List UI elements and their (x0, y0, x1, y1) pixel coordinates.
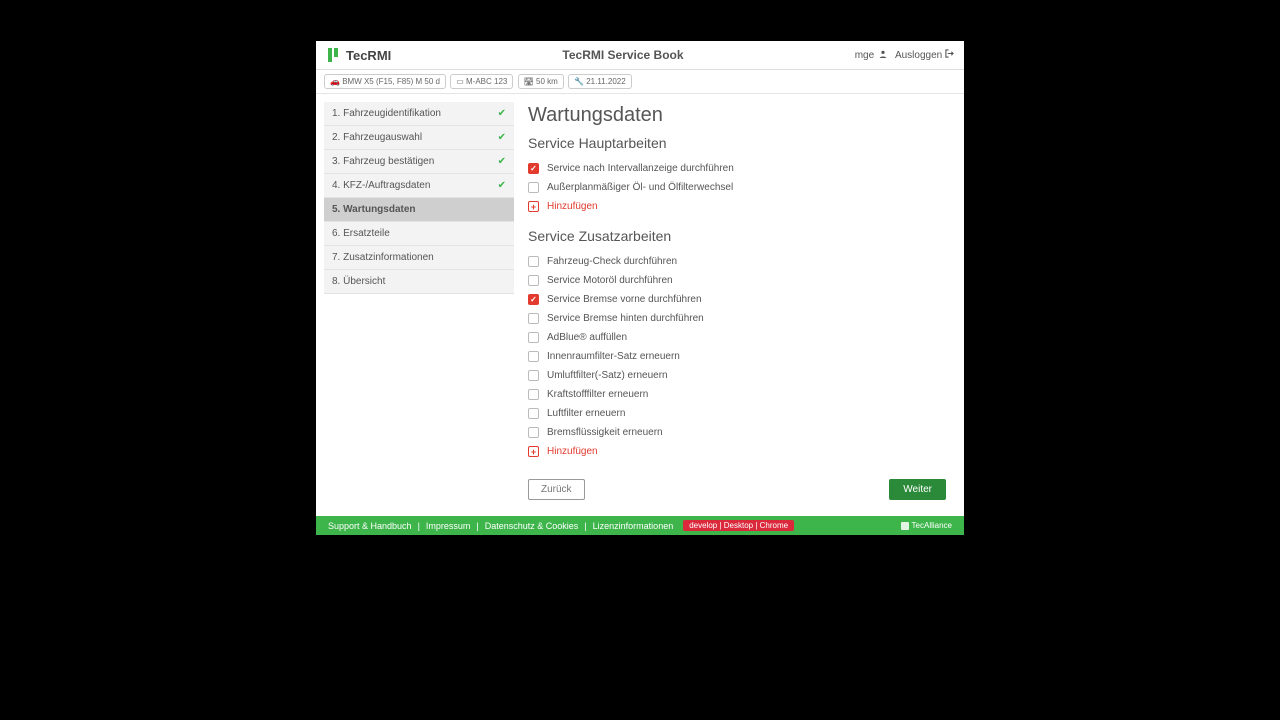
logout-link[interactable]: Ausloggen (895, 49, 954, 61)
item-label: AdBlue® auffüllen (547, 332, 627, 343)
tecalliance-icon (901, 522, 909, 530)
plus-icon: + (528, 201, 539, 212)
main-work-item: ✓ Service nach Intervallanzeige durchführ… (528, 159, 946, 178)
check-icon: ✔ (498, 132, 506, 143)
item-label: Service Motoröl durchführen (547, 275, 673, 286)
section-extra-works: Service Zusatzarbeiten (528, 228, 946, 244)
checkbox[interactable]: ✓ (528, 163, 539, 174)
pill-plate[interactable]: ▭ M-ABC 123 (450, 74, 513, 89)
back-button[interactable]: Zurück (528, 479, 585, 500)
extra-work-item: Fahrzeug-Check durchführen (528, 252, 946, 271)
checkbox[interactable] (528, 332, 539, 343)
checkbox[interactable]: ✓ (528, 294, 539, 305)
user-icon (879, 50, 887, 58)
footer-brand: TecAlliance (901, 521, 952, 530)
page-title: Wartungsdaten (528, 104, 946, 127)
footer-link[interactable]: Impressum (426, 521, 471, 531)
step-8[interactable]: 8. Übersicht (324, 270, 514, 294)
main-work-item: Außerplanmäßiger Öl- und Ölfilterwechsel (528, 178, 946, 197)
footer-link[interactable]: Support & Handbuch (328, 521, 412, 531)
extra-work-item: Bremsflüssigkeit erneuern (528, 423, 946, 442)
extra-work-item: Innenraumfilter-Satz erneuern (528, 347, 946, 366)
item-label: Innenraumfilter-Satz erneuern (547, 351, 680, 362)
pill-date[interactable]: 🔧 21.11.2022 (568, 74, 632, 89)
checkbox[interactable] (528, 256, 539, 267)
item-label: Fahrzeug-Check durchführen (547, 256, 677, 267)
step-7[interactable]: 7. Zusatzinformationen (324, 246, 514, 270)
check-icon: ✔ (498, 180, 506, 191)
item-label: Kraftstofffilter erneuern (547, 389, 648, 400)
checkbox[interactable] (528, 275, 539, 286)
extra-work-item: Kraftstofffilter erneuern (528, 385, 946, 404)
step-3[interactable]: 3. Fahrzeug bestätigen✔ (324, 150, 514, 174)
step-sidebar: 1. Fahrzeugidentifikation✔2. Fahrzeugaus… (316, 94, 514, 516)
extra-work-item: AdBlue® auffüllen (528, 328, 946, 347)
step-1[interactable]: 1. Fahrzeugidentifikation✔ (324, 102, 514, 126)
step-5[interactable]: 5. Wartungsdaten (324, 198, 514, 222)
pill-km[interactable]: 🛣 50 km (518, 74, 564, 89)
extra-work-item: Umluftfilter(-Satz) erneuern (528, 366, 946, 385)
step-2[interactable]: 2. Fahrzeugauswahl✔ (324, 126, 514, 150)
item-label: Umluftfilter(-Satz) erneuern (547, 370, 668, 381)
footer-link[interactable]: Lizenzinformationen (593, 521, 674, 531)
vehicle-info-bar: 🚗 BMW X5 (F15, F85) M 50 d ▭ M-ABC 123 🛣… (316, 70, 964, 94)
main-panel: Wartungsdaten Service Hauptarbeiten ✓ Ser… (514, 94, 964, 516)
checkbox[interactable] (528, 389, 539, 400)
item-label: Service nach Intervallanzeige durchführe… (547, 163, 734, 174)
user-name: mge (855, 50, 887, 61)
pill-vehicle[interactable]: 🚗 BMW X5 (F15, F85) M 50 d (324, 74, 446, 89)
checkbox[interactable] (528, 370, 539, 381)
item-label: Service Bremse hinten durchführen (547, 313, 704, 324)
check-icon: ✔ (498, 156, 506, 167)
extra-work-item: Service Bremse hinten durchführen (528, 309, 946, 328)
header: TecRMI TecRMI Service Book mge Ausloggen (316, 41, 964, 70)
add-extra-work-button[interactable]: +Hinzufügen (528, 442, 946, 461)
add-main-work-button[interactable]: +Hinzufügen (528, 197, 946, 216)
checkbox[interactable] (528, 351, 539, 362)
extra-work-item: Service Motoröl durchführen (528, 271, 946, 290)
step-4[interactable]: 4. KFZ-/Auftragsdaten✔ (324, 174, 514, 198)
brand-text: TecRMI (346, 48, 391, 63)
checkbox[interactable] (528, 427, 539, 438)
item-label: Service Bremse vorne durchführen (547, 294, 702, 305)
item-label: Bremsflüssigkeit erneuern (547, 427, 663, 438)
step-6[interactable]: 6. Ersatzteile (324, 222, 514, 246)
extra-work-item: Luftfilter erneuern (528, 404, 946, 423)
check-icon: ✔ (498, 108, 506, 119)
checkbox[interactable] (528, 182, 539, 193)
checkbox[interactable] (528, 408, 539, 419)
app-title: TecRMI Service Book (391, 48, 854, 62)
footer: Support & Handbuch|Impressum|Datenschutz… (316, 516, 964, 535)
item-label: Luftfilter erneuern (547, 408, 625, 419)
extra-work-item: ✓ Service Bremse vorne durchführen (528, 290, 946, 309)
plus-icon: + (528, 446, 539, 457)
brand-icon (326, 47, 342, 63)
checkbox[interactable] (528, 313, 539, 324)
item-label: Außerplanmäßiger Öl- und Ölfilterwechsel (547, 182, 733, 193)
env-tag: develop | Desktop | Chrome (683, 520, 794, 531)
footer-link[interactable]: Datenschutz & Cookies (485, 521, 579, 531)
section-main-works: Service Hauptarbeiten (528, 135, 946, 151)
logout-icon (945, 49, 954, 58)
next-button[interactable]: Weiter (889, 479, 946, 500)
